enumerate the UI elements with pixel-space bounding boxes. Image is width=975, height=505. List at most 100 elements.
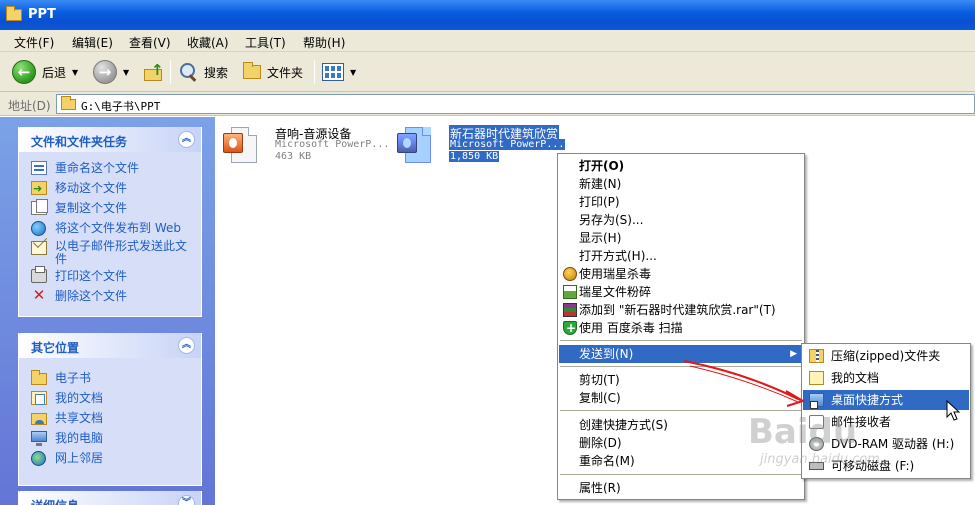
- chevron-down-icon[interactable]: ▼: [350, 68, 356, 77]
- move-icon: [31, 179, 47, 199]
- address-label: 地址(D): [8, 99, 51, 113]
- panel-title: 详细信息: [31, 497, 79, 505]
- toolbar-separator: [314, 60, 315, 84]
- panel-header[interactable]: 详细信息 ︾: [19, 491, 201, 505]
- back-label: 后退: [42, 65, 67, 80]
- task-print[interactable]: 打印这个文件: [19, 266, 201, 286]
- baidu-antivirus-shield-icon: [563, 319, 577, 337]
- place-network[interactable]: 网上邻居: [19, 448, 201, 468]
- task-delete[interactable]: ✕ 删除这个文件: [19, 286, 201, 306]
- folder-icon: [61, 96, 76, 110]
- shredder-icon: [563, 285, 577, 299]
- place-my-computer[interactable]: 我的电脑: [19, 428, 201, 448]
- menu-item-new[interactable]: 新建(N): [559, 175, 803, 193]
- address-input[interactable]: G:\电子书\PPT: [56, 94, 975, 114]
- place-shared-documents[interactable]: 共享文档: [19, 408, 201, 428]
- address-bar: 地址(D) G:\电子书\PPT: [0, 92, 975, 116]
- task-publish-web[interactable]: 将这个文件发布到 Web: [19, 218, 201, 238]
- folders-label: 文件夹: [267, 65, 304, 80]
- globe-icon: [31, 221, 46, 236]
- views-button[interactable]: ▼: [322, 59, 356, 85]
- file-item[interactable]: 音响-音源设备 Microsoft PowerP... 463 KB: [219, 125, 389, 171]
- back-arrow-icon: ←: [12, 60, 36, 84]
- mouse-pointer-icon: [946, 400, 960, 421]
- title-bar[interactable]: PPT: [0, 0, 975, 30]
- email-icon: [31, 241, 47, 255]
- expand-chevron-icon[interactable]: ︾: [178, 495, 195, 505]
- task-copy[interactable]: 复制这个文件: [19, 198, 201, 218]
- menu-help[interactable]: 帮助(H): [303, 34, 345, 51]
- menu-view[interactable]: 查看(V): [129, 34, 171, 51]
- panel-header[interactable]: 其它位置 ︽: [19, 333, 201, 358]
- search-icon: [178, 62, 198, 82]
- menu-item-properties[interactable]: 属性(R): [559, 479, 803, 497]
- send-to-desktop-shortcut[interactable]: 桌面快捷方式: [803, 390, 969, 410]
- back-button[interactable]: ← 后退 ▼: [12, 59, 78, 85]
- rename-icon: [31, 161, 47, 175]
- menu-item-print[interactable]: 打印(P): [559, 193, 803, 211]
- powerpoint-file-icon: [393, 125, 437, 169]
- send-to-zip[interactable]: 压缩(zipped)文件夹: [803, 346, 969, 366]
- toolbar-separator: [170, 60, 171, 84]
- place-ebooks[interactable]: 电子书: [19, 368, 201, 388]
- menu-item-cut[interactable]: 剪切(T): [559, 371, 803, 389]
- submenu-arrow-icon: ▶: [790, 349, 797, 359]
- send-to-my-documents[interactable]: 我的文档: [803, 368, 969, 388]
- menu-item-add-to-rar[interactable]: 添加到 "新石器时代建筑欣赏.rar"(T): [559, 301, 803, 319]
- menu-item-send-to[interactable]: 发送到(N) ▶: [559, 345, 803, 363]
- folders-button[interactable]: 文件夹: [243, 59, 303, 85]
- collapse-chevron-icon[interactable]: ︽: [178, 131, 195, 148]
- collapse-chevron-icon[interactable]: ︽: [178, 337, 195, 354]
- search-button[interactable]: 搜索: [178, 59, 228, 85]
- menu-item-copy[interactable]: 复制(C): [559, 389, 803, 407]
- views-icon: [322, 63, 344, 81]
- folder-icon: [31, 370, 47, 385]
- powerpoint-file-icon: [219, 125, 263, 169]
- file-size: 463 KB: [275, 151, 312, 162]
- folder-icon: [6, 6, 22, 21]
- search-label: 搜索: [204, 65, 229, 80]
- folder-icon: [243, 62, 261, 79]
- winrar-icon: [563, 303, 577, 317]
- up-folder-button[interactable]: ↑: [142, 59, 166, 85]
- printer-icon: [31, 266, 47, 283]
- menu-item-save-as[interactable]: 另存为(S)...: [559, 211, 803, 229]
- task-pane: 文件和文件夹任务 ︽ 重命名这个文件 移动这个文件 复制这个文件 将这个文件发布…: [0, 117, 215, 505]
- up-folder-icon: ↑: [142, 61, 166, 83]
- panel-header[interactable]: 文件和文件夹任务 ︽: [19, 127, 201, 152]
- task-rename[interactable]: 重命名这个文件: [19, 158, 201, 178]
- menu-file[interactable]: 文件(F): [14, 34, 54, 51]
- file-item-selected[interactable]: 新石器时代建筑欣赏 Microsoft PowerP... 1,850 KB: [393, 125, 573, 171]
- panel-title: 文件和文件夹任务: [31, 135, 128, 149]
- menu-item-baidu-scan[interactable]: 使用 百度杀毒 扫描: [559, 319, 803, 337]
- my-documents-icon: [31, 391, 47, 405]
- network-icon: [31, 451, 46, 466]
- copy-icon: [31, 199, 48, 215]
- delete-x-icon: ✕: [32, 286, 46, 304]
- menu-item-rising-shred[interactable]: 瑞星文件粉碎: [559, 283, 803, 301]
- window-title: PPT: [28, 7, 56, 22]
- file-type: Microsoft PowerP...: [449, 139, 566, 150]
- menu-item-open[interactable]: 打开(O): [559, 157, 803, 175]
- address-value[interactable]: G:\电子书\PPT: [81, 98, 160, 114]
- place-my-documents[interactable]: 我的文档: [19, 388, 201, 408]
- baidu-watermark-url: jingyan.baidu.com: [760, 452, 880, 467]
- details-panel: 详细信息 ︾: [18, 491, 202, 505]
- chevron-down-icon[interactable]: ▼: [123, 68, 129, 77]
- menu-tools[interactable]: 工具(T): [245, 34, 286, 51]
- task-email[interactable]: 以电子邮件形式发送此文件: [19, 238, 189, 266]
- file-size: 1,850 KB: [449, 151, 500, 162]
- menu-bar: 文件(F) 编辑(E) 查看(V) 收藏(A) 工具(T) 帮助(H): [0, 30, 975, 52]
- menu-separator: [560, 410, 802, 411]
- menu-item-rising-scan[interactable]: 使用瑞星杀毒: [559, 265, 803, 283]
- menu-separator: [560, 366, 802, 367]
- menu-item-show[interactable]: 显示(H): [559, 229, 803, 247]
- menu-favorites[interactable]: 收藏(A): [187, 34, 229, 51]
- menu-edit[interactable]: 编辑(E): [72, 34, 113, 51]
- chevron-down-icon[interactable]: ▼: [72, 68, 78, 77]
- task-move[interactable]: 移动这个文件: [19, 178, 201, 199]
- forward-button[interactable]: → ▼: [93, 59, 129, 85]
- shared-folder-icon: [31, 413, 47, 425]
- toolbar: ← 后退 ▼ → ▼ ↑ 搜索 文件夹 ▼: [0, 52, 975, 92]
- menu-item-open-with[interactable]: 打开方式(H)...: [559, 247, 803, 265]
